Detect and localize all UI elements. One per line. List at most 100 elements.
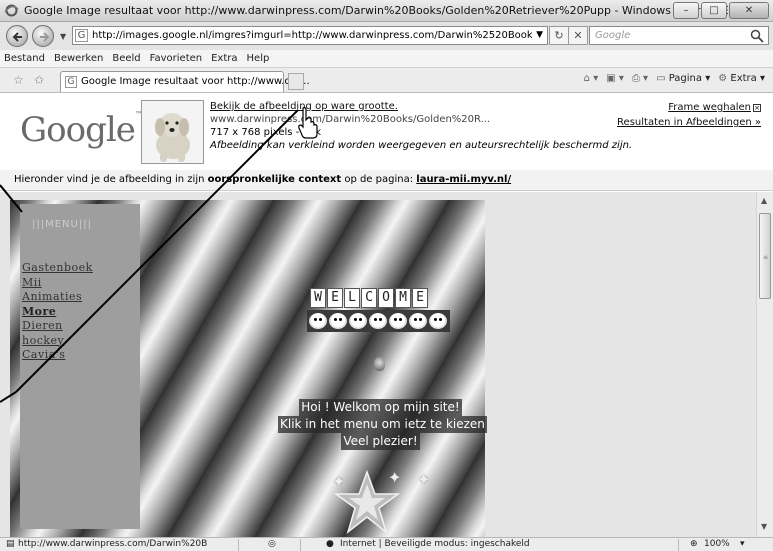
site-side-menu: |||MENU||| Gastenboek Mii Animaties More… bbox=[20, 204, 140, 529]
welcome-letter: W bbox=[310, 288, 326, 308]
tab-google-image[interactable]: G Google Image resultaat voor http://www… bbox=[60, 71, 310, 92]
status-bar: ▤ http://www.darwinpress.com/Darwin%20B … bbox=[0, 537, 773, 551]
feeds-icon[interactable]: ▣ ▾ bbox=[606, 73, 624, 84]
smiley-icon bbox=[409, 313, 427, 329]
add-favorite-icon[interactable]: ✩ bbox=[34, 73, 44, 87]
site-menu-more[interactable]: More bbox=[22, 305, 93, 320]
status-zone[interactable]: Internet | Beveiligde modus: ingeschakel… bbox=[340, 539, 530, 549]
laura-mii-site: |||MENU||| Gastenboek Mii Animaties More… bbox=[10, 200, 487, 537]
stop-button[interactable]: ✕ bbox=[568, 26, 588, 45]
greeting-line: Hoi ! Welkom op mijn site! bbox=[299, 399, 462, 416]
image-results-link[interactable]: Resultaten in Afbeeldingen » bbox=[617, 117, 761, 128]
stop-icon: ✕ bbox=[573, 29, 583, 42]
welcome-letter: E bbox=[327, 288, 343, 308]
extra-menu-label: Extra bbox=[730, 73, 757, 84]
context-prefix: Hieronder vind je de afbeelding in zijn bbox=[14, 174, 208, 185]
smiley-icon bbox=[389, 313, 407, 329]
refresh-icon: ↻ bbox=[554, 29, 564, 42]
forward-arrow-icon bbox=[40, 32, 50, 42]
page-menu-label: Pagina bbox=[668, 73, 703, 84]
status-url: http://www.darwinpress.com/Darwin%20B bbox=[18, 539, 208, 549]
back-button[interactable] bbox=[6, 25, 28, 47]
vertical-scrollbar[interactable]: ▲ ≡ ▼ bbox=[756, 192, 773, 537]
page-menu[interactable]: ▭ Pagina ▾ bbox=[656, 73, 710, 84]
glitter-star-icon bbox=[335, 470, 400, 535]
zoom-level[interactable]: 100% bbox=[704, 539, 730, 549]
back-arrow-icon bbox=[12, 32, 22, 42]
menu-item-beeld[interactable]: Beeld bbox=[108, 50, 145, 64]
smiley-row bbox=[307, 310, 450, 332]
scroll-up-icon[interactable]: ▲ bbox=[761, 196, 767, 205]
menu-bar: Bestand Bewerken Beeld Favorieten Extra Help bbox=[0, 50, 773, 68]
search-input[interactable]: Google bbox=[589, 26, 769, 45]
menu-item-bewerken[interactable]: Bewerken bbox=[50, 50, 108, 64]
status-progress-icon: ◎ bbox=[268, 539, 276, 549]
refresh-button[interactable]: ↻ bbox=[549, 26, 569, 45]
google-image-header: Google™ Bekijk de afbeelding op ware gro… bbox=[0, 94, 773, 170]
image-dimensions: 717 x 768 pixels - 53k bbox=[210, 127, 321, 138]
puppy-image bbox=[142, 101, 203, 163]
close-button[interactable]: ✕ bbox=[729, 2, 769, 19]
gear-icon: ⚙ bbox=[718, 73, 731, 84]
site-menu-animaties[interactable]: Animaties bbox=[22, 290, 93, 305]
address-dropdown-icon[interactable]: ▼ bbox=[536, 30, 543, 40]
new-tab-button[interactable] bbox=[288, 73, 304, 90]
welcome-letter: O bbox=[378, 288, 394, 308]
welcome-letter: E bbox=[412, 288, 428, 308]
forward-button[interactable] bbox=[32, 25, 54, 47]
status-page-icon: ▤ bbox=[6, 539, 15, 549]
search-placeholder: Google bbox=[595, 30, 631, 41]
menu-item-bestand[interactable]: Bestand bbox=[0, 50, 50, 64]
smiley-icon bbox=[349, 313, 367, 329]
site-menu-cavias[interactable]: Cavia's bbox=[22, 348, 93, 363]
context-page-link[interactable]: laura-mii.myv.nl/ bbox=[416, 174, 511, 185]
internet-zone-icon: ● bbox=[326, 539, 334, 549]
print-icon[interactable]: ⎙ ▾ bbox=[632, 73, 648, 84]
copyright-note: Afbeelding kan verkleind worden weergege… bbox=[210, 140, 633, 151]
minimize-button[interactable]: – bbox=[673, 2, 699, 19]
context-middle: op de pagina: bbox=[341, 174, 417, 185]
welcome-letter: C bbox=[361, 288, 377, 308]
window-title: Google Image resultaat voor http://www.d… bbox=[24, 4, 768, 17]
menu-item-extra[interactable]: Extra bbox=[207, 50, 242, 64]
smiley-icon bbox=[309, 313, 327, 329]
address-url: http://images.google.nl/imgres?imgurl=ht… bbox=[92, 30, 532, 41]
tab-label: Google Image resultaat voor http://www.d… bbox=[81, 76, 310, 87]
scroll-down-icon[interactable]: ▼ bbox=[761, 522, 767, 531]
site-menu-dieren[interactable]: Dieren bbox=[22, 319, 93, 334]
close-frame-icon[interactable]: × bbox=[753, 104, 761, 112]
view-full-size-link[interactable]: Bekijk de afbeelding op ware grootte. bbox=[210, 101, 398, 112]
site-menu-hockey[interactable]: hockey bbox=[22, 334, 93, 349]
maximize-button[interactable]: □ bbox=[701, 2, 727, 19]
welcome-letter: M bbox=[395, 288, 411, 308]
scroll-thumb[interactable]: ≡ bbox=[759, 213, 771, 299]
greeting-line: Veel plezier! bbox=[341, 433, 420, 450]
favorites-star-icon[interactable]: ☆ bbox=[13, 73, 24, 87]
google-logo-text: Google bbox=[20, 110, 136, 150]
address-input[interactable]: G http://images.google.nl/imgres?imgurl=… bbox=[72, 26, 548, 45]
extra-menu[interactable]: ⚙ Extra ▾ bbox=[718, 73, 765, 84]
zoom-dropdown-icon[interactable]: ▾ bbox=[740, 539, 745, 549]
zoom-icon[interactable]: ⊕ bbox=[690, 539, 698, 549]
embedded-page-frame: |||MENU||| Gastenboek Mii Animaties More… bbox=[0, 192, 773, 537]
menu-item-help[interactable]: Help bbox=[243, 50, 275, 64]
greeting-line: Klik in het menu om ietz te kiezen bbox=[278, 416, 487, 433]
tab-favicon-icon: G bbox=[65, 76, 77, 88]
menu-item-favorieten[interactable]: Favorieten bbox=[146, 50, 207, 64]
home-icon[interactable]: ⌂ ▾ bbox=[584, 73, 599, 84]
google-logo[interactable]: Google™ bbox=[20, 110, 143, 150]
site-menu-gastenboek[interactable]: Gastenboek bbox=[22, 261, 93, 276]
address-bar: ▼ G http://images.google.nl/imgres?imgur… bbox=[0, 22, 773, 50]
welcome-letter: L bbox=[344, 288, 360, 308]
smiley-icon bbox=[329, 313, 347, 329]
google-favicon-icon: G bbox=[75, 29, 88, 42]
history-dropdown-icon[interactable]: ▼ bbox=[60, 32, 66, 41]
remove-frame-link[interactable]: Frame weghalen bbox=[668, 102, 751, 113]
smiley-icon bbox=[429, 313, 447, 329]
page-icon: ▭ bbox=[656, 73, 669, 84]
source-url: www.darwinpress.com/Darwin%20Books/Golde… bbox=[210, 114, 491, 125]
puppy-thumbnail[interactable] bbox=[141, 100, 204, 164]
title-bar: Google Image resultaat voor http://www.d… bbox=[0, 0, 773, 22]
search-icon[interactable] bbox=[749, 28, 765, 44]
site-menu-mii[interactable]: Mii bbox=[22, 276, 93, 291]
